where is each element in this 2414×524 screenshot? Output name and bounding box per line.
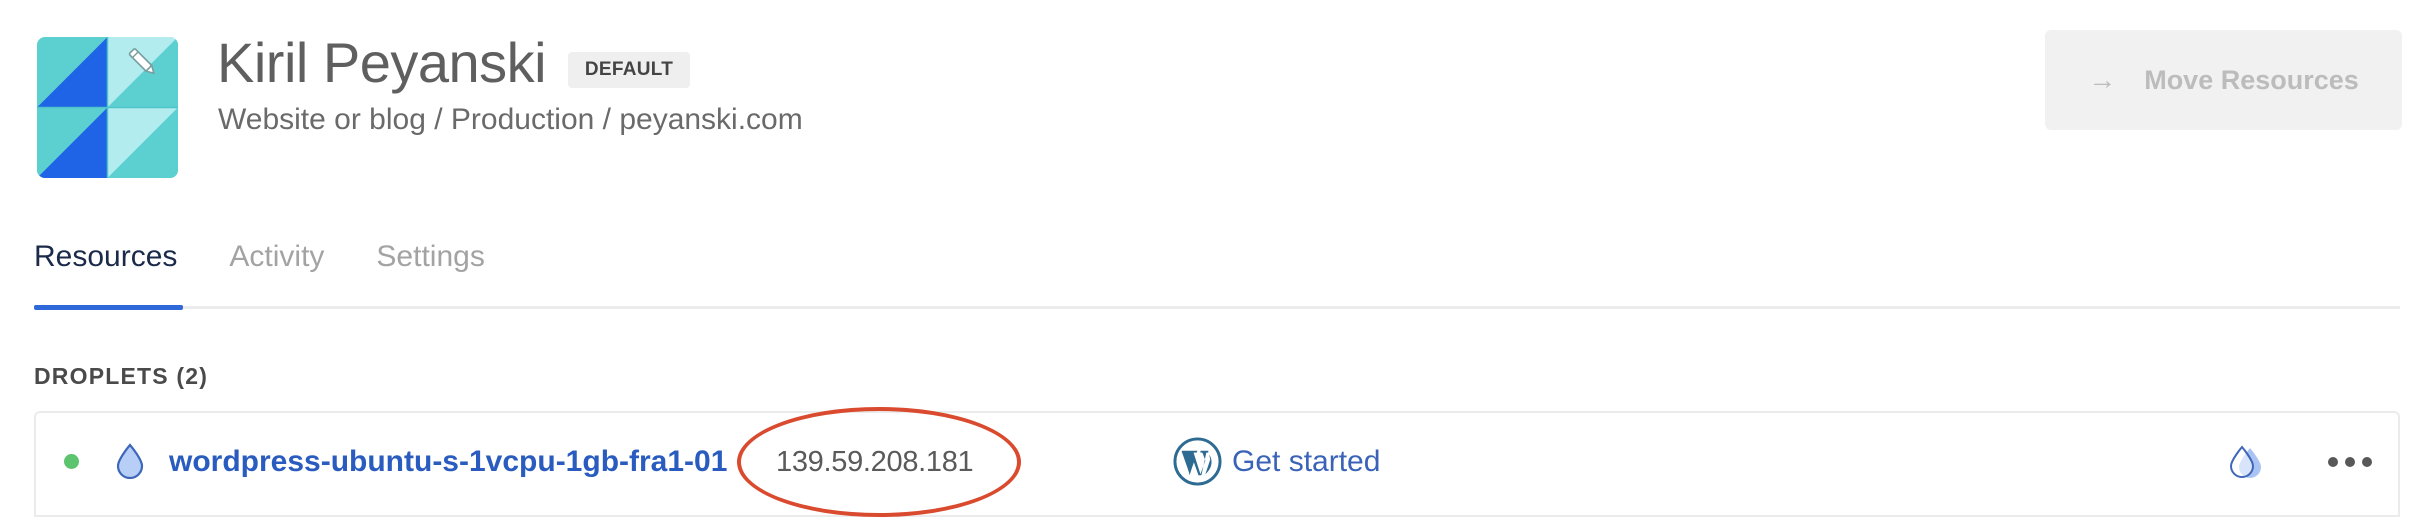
move-resources-button[interactable]: → Move Resources <box>2045 30 2402 130</box>
tab-settings[interactable]: Settings <box>376 235 484 279</box>
project-subtitle: Website or blog / Production / peyanski.… <box>218 103 803 136</box>
default-badge: DEFAULT <box>568 52 690 88</box>
tabs-divider <box>34 306 2400 309</box>
backups-icon[interactable] <box>2226 444 2266 480</box>
droplet-name-link[interactable]: wordpress-ubuntu-s-1vcpu-1gb-fra1-01 <box>169 440 727 484</box>
project-tabs: Resources Activity Settings <box>34 235 537 279</box>
droplet-icon <box>116 443 144 479</box>
status-indicator <box>64 454 79 469</box>
move-resources-label: Move Resources <box>2144 64 2359 95</box>
active-tab-indicator <box>34 305 183 310</box>
more-options-button[interactable] <box>2328 450 2372 474</box>
ellipsis-dot <box>2362 457 2372 467</box>
ellipsis-dot <box>2345 457 2355 467</box>
get-started-link[interactable]: Get started <box>1232 440 1380 484</box>
project-logo-icon <box>37 37 178 178</box>
wordpress-icon <box>1173 437 1222 486</box>
project-title: Kiril Peyanski <box>217 31 547 94</box>
ellipsis-dot <box>2328 457 2338 467</box>
droplets-section-label: DROPLETS (2) <box>34 363 209 389</box>
arrow-right-icon: → <box>2088 64 2117 95</box>
tab-activity[interactable]: Activity <box>229 235 324 279</box>
droplet-ip-address[interactable]: 139.59.208.181 <box>776 440 974 484</box>
tab-resources[interactable]: Resources <box>34 235 177 279</box>
project-logo[interactable] <box>37 37 178 178</box>
